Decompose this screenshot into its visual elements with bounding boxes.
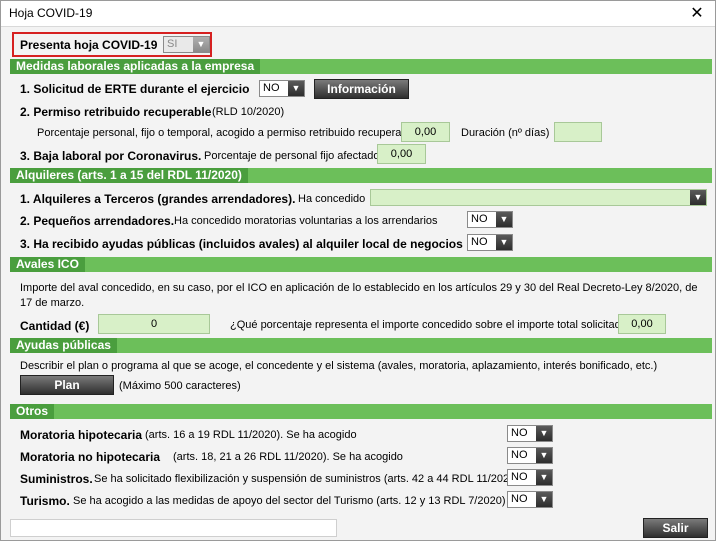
duracion-label: Duración (nº días) bbox=[461, 127, 550, 139]
section-alquileres: Alquileres (arts. 1 a 15 del RDL 11/2020… bbox=[10, 168, 712, 183]
avales-desc-line2: 17 de marzo. bbox=[20, 297, 85, 309]
section-alquileres-label: Alquileres (arts. 1 a 15 del RDL 11/2020… bbox=[10, 168, 248, 183]
otros-label: Suministros. bbox=[20, 472, 93, 486]
otros-label: Moratoria no hipotecaria bbox=[20, 450, 161, 464]
close-icon[interactable]: ✕ bbox=[685, 3, 709, 25]
alquiler2-select[interactable]: NO ▼ bbox=[467, 211, 513, 228]
porcentaje-input[interactable]: 0,00 bbox=[401, 122, 450, 142]
ayudas-desc: Describir el plan o programa al que se a… bbox=[20, 360, 658, 372]
baja-sub: Porcentaje de personal fijo afectado bbox=[204, 150, 380, 162]
window-title: Hoja COVID-19 bbox=[9, 6, 93, 20]
status-bar bbox=[10, 519, 337, 537]
plan-button[interactable]: Plan bbox=[20, 375, 114, 395]
permiso-label: 2. Permiso retribuido recuperable bbox=[20, 105, 212, 119]
section-otros-label: Otros bbox=[10, 404, 55, 419]
otros-sub: Se ha solicitado flexibilización y suspe… bbox=[94, 473, 519, 485]
duracion-input[interactable] bbox=[554, 122, 602, 142]
plan-max-note: (Máximo 500 caracteres) bbox=[119, 380, 241, 392]
alquiler1-label: 1. Alquileres a Terceros (grandes arrend… bbox=[20, 192, 296, 206]
otros-sub: (arts. 16 a 19 RDL 11/2020). Se ha acogi… bbox=[145, 429, 357, 441]
erte-value: NO bbox=[263, 82, 280, 94]
alquiler2-value: NO bbox=[471, 213, 488, 225]
section-avales: Avales ICO bbox=[10, 257, 712, 272]
section-ayudas: Ayudas públicas bbox=[10, 338, 712, 353]
section-otros: Otros bbox=[10, 404, 712, 419]
baja-label: 3. Baja laboral por Coronavirus. bbox=[20, 149, 202, 163]
alquiler3-select[interactable]: NO ▼ bbox=[467, 234, 513, 251]
chevron-down-icon: ▼ bbox=[690, 190, 706, 205]
section-ayudas-label: Ayudas públicas bbox=[10, 338, 117, 353]
section-medidas-label: Medidas laborales aplicadas a la empresa bbox=[10, 59, 261, 74]
alquiler2-label: 2. Pequeños arrendadores. bbox=[20, 214, 175, 228]
baja-input[interactable]: 0,00 bbox=[377, 144, 426, 164]
otros-value: NO bbox=[511, 427, 528, 439]
alquiler1-select[interactable]: ▼ bbox=[370, 189, 707, 206]
chevron-down-icon: ▼ bbox=[536, 426, 552, 441]
chevron-down-icon: ▼ bbox=[288, 81, 304, 96]
chevron-down-icon: ▼ bbox=[536, 492, 552, 507]
presenta-value: SI bbox=[167, 38, 178, 50]
presenta-label: Presenta hoja COVID-19 bbox=[20, 38, 158, 52]
otros-sub: Se ha acogido a las medidas de apoyo del… bbox=[73, 495, 506, 507]
avales-desc-line1: Importe del aval concedido, en su caso, … bbox=[20, 282, 698, 294]
chevron-down-icon: ▼ bbox=[193, 37, 209, 52]
chevron-down-icon: ▼ bbox=[496, 212, 512, 227]
alquiler3-value: NO bbox=[471, 236, 488, 248]
covid-dialog: Hoja COVID-19 ✕ Presenta hoja COVID-19 S… bbox=[0, 0, 716, 541]
erte-select[interactable]: NO ▼ bbox=[259, 80, 305, 97]
avales-pct-input[interactable]: 0,00 bbox=[618, 314, 666, 334]
moratoria-no-hipotecaria-select[interactable]: NO ▼ bbox=[507, 447, 553, 464]
avales-pct-label: ¿Qué porcentaje representa el importe co… bbox=[230, 319, 633, 331]
presenta-select[interactable]: SI ▼ bbox=[163, 36, 210, 53]
moratoria-hipotecaria-select[interactable]: NO ▼ bbox=[507, 425, 553, 442]
otros-label: Moratoria hipotecaria bbox=[20, 428, 143, 442]
section-avales-label: Avales ICO bbox=[10, 257, 85, 272]
otros-value: NO bbox=[511, 449, 528, 461]
otros-value: NO bbox=[511, 471, 528, 483]
section-medidas: Medidas laborales aplicadas a la empresa bbox=[10, 59, 712, 74]
turismo-select[interactable]: NO ▼ bbox=[507, 491, 553, 508]
otros-sub: (arts. 18, 21 a 26 RDL 11/2020). Se ha a… bbox=[173, 451, 403, 463]
salir-button[interactable]: Salir bbox=[643, 518, 708, 538]
alquiler2-sub: Ha concedido moratorias voluntarias a lo… bbox=[174, 215, 438, 227]
otros-label: Turismo. bbox=[20, 494, 70, 508]
erte-label: 1. Solicitud de ERTE durante el ejercici… bbox=[20, 82, 250, 96]
suministros-select[interactable]: NO ▼ bbox=[507, 469, 553, 486]
chevron-down-icon: ▼ bbox=[536, 470, 552, 485]
chevron-down-icon: ▼ bbox=[536, 448, 552, 463]
cantidad-input[interactable]: 0 bbox=[98, 314, 210, 334]
informacion-button[interactable]: Información bbox=[314, 79, 409, 99]
title-bar: Hoja COVID-19 ✕ bbox=[1, 1, 715, 27]
porcentaje-label: Porcentaje personal, fijo o temporal, ac… bbox=[37, 127, 417, 139]
cantidad-label: Cantidad (€) bbox=[20, 319, 90, 333]
chevron-down-icon: ▼ bbox=[496, 235, 512, 250]
alquiler1-sub: Ha concedido bbox=[298, 193, 366, 205]
otros-value: NO bbox=[511, 493, 528, 505]
alquiler3-label: 3. Ha recibido ayudas públicas (incluido… bbox=[20, 237, 463, 251]
permiso-ref: (RLD 10/2020) bbox=[212, 106, 285, 118]
